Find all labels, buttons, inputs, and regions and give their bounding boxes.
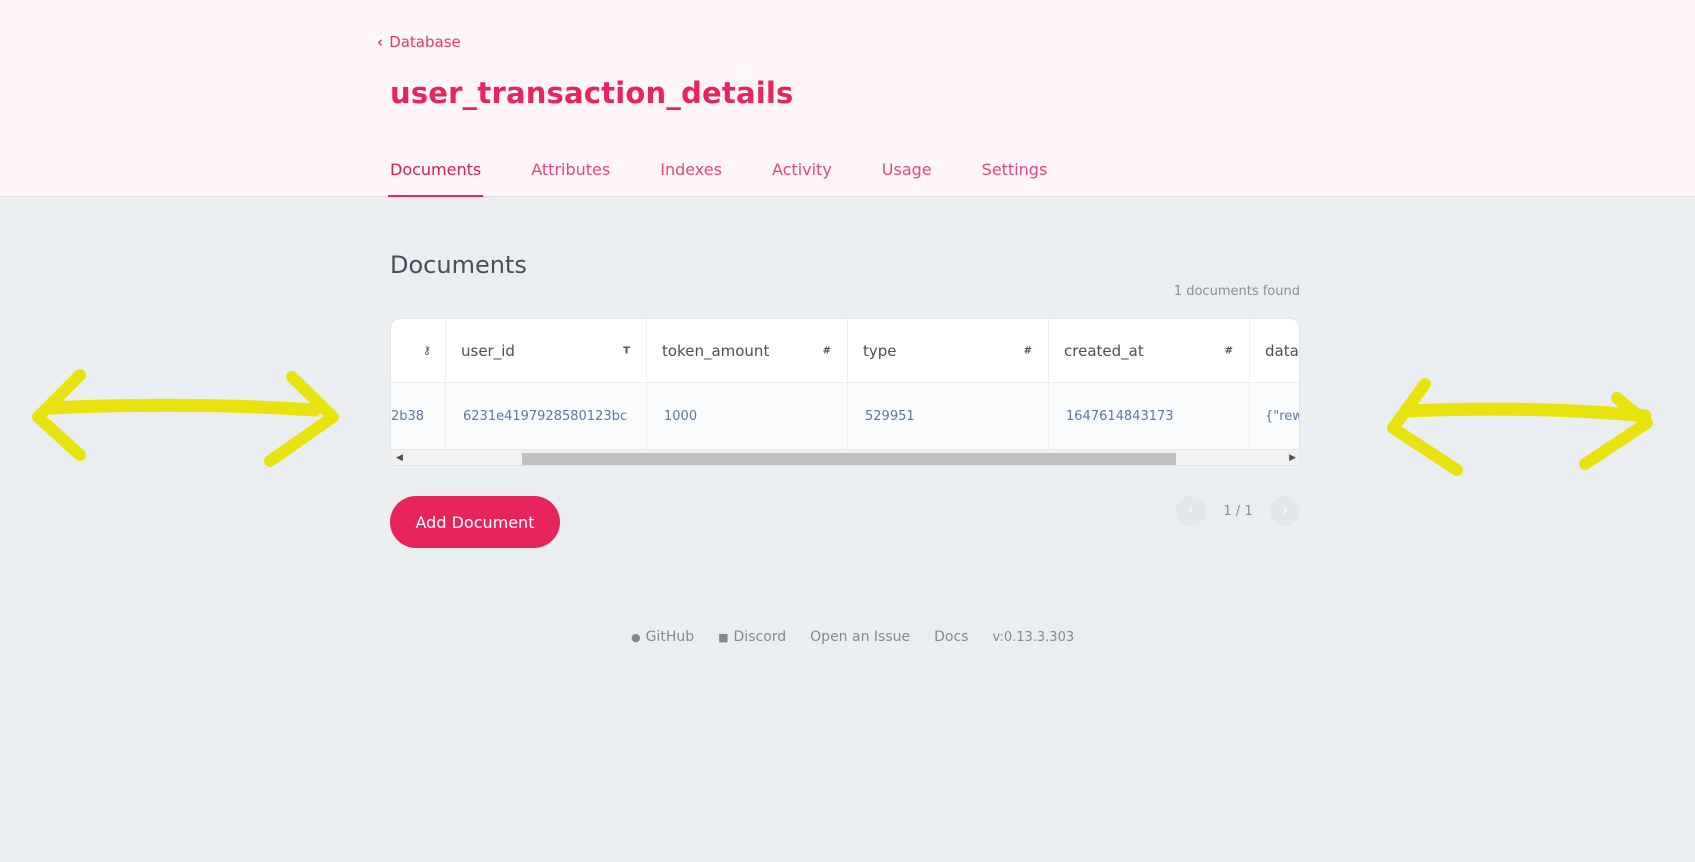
section-title: Documents (390, 251, 527, 279)
add-document-button[interactable]: Add Document (390, 496, 560, 548)
discord-link[interactable]: ■ Discord (718, 629, 786, 645)
tab-attributes[interactable]: Attributes (529, 150, 612, 197)
cell-type[interactable]: 529951 (848, 383, 1049, 449)
tab-settings[interactable]: Settings (980, 150, 1050, 197)
double-arrow-icon (1387, 378, 1653, 476)
table-header-row: ⚷ user_id T token_amount # type # create… (391, 319, 1299, 383)
scroll-left-icon[interactable]: ◀ (396, 453, 403, 463)
version-label: v:0.13.3.303 (992, 629, 1075, 645)
pagination: ‹ 1 / 1 › (1176, 496, 1300, 526)
column-header-data[interactable]: data (1250, 319, 1299, 382)
tab-bar: Documents Attributes Indexes Activity Us… (388, 150, 1095, 197)
cell-created-at[interactable]: 1647614843173 (1049, 383, 1250, 449)
open-issue-label: Open an Issue (810, 629, 911, 645)
tab-indexes[interactable]: Indexes (658, 150, 724, 197)
scrollbar-thumb[interactable] (522, 453, 1176, 465)
cell-token-amount[interactable]: 1000 (647, 383, 848, 449)
github-icon: ● (631, 630, 641, 644)
docs-link[interactable]: Docs (934, 629, 968, 645)
tab-usage[interactable]: Usage (880, 150, 934, 197)
column-header-label: user_id (461, 341, 515, 360)
double-arrow-icon (32, 369, 339, 467)
github-link[interactable]: ● GitHub (631, 629, 694, 645)
cell-user-id[interactable]: 6231e4197928580123bc (446, 383, 647, 449)
github-label: GitHub (645, 629, 695, 645)
page-header: ‹ Database user_transaction_details Docu… (0, 0, 1695, 197)
documents-found-count: 1 documents found (1173, 284, 1300, 299)
column-header-label: created_at (1064, 341, 1144, 360)
cell-document-id[interactable]: 2b38 (391, 383, 446, 449)
string-type-icon: T (623, 345, 630, 356)
previous-page-button[interactable]: ‹ (1176, 496, 1206, 526)
scroll-right-icon[interactable]: ▶ (1289, 453, 1296, 463)
docs-label: Docs (934, 629, 969, 645)
page-indicator: 1 / 1 (1223, 503, 1253, 519)
discord-label: Discord (733, 629, 787, 645)
column-header-token-amount[interactable]: token_amount # (647, 319, 848, 382)
horizontal-scrollbar[interactable]: ◀ ▶ (391, 449, 1299, 465)
number-type-icon: # (1224, 345, 1233, 356)
discord-icon: ■ (718, 630, 729, 644)
documents-table: ⚷ user_id T token_amount # type # create… (390, 318, 1300, 466)
back-to-database-link[interactable]: ‹ Database (377, 33, 461, 51)
column-header-label: type (863, 341, 897, 360)
number-type-icon: # (822, 345, 831, 356)
footer: ● GitHub ■ Discord Open an Issue Docs v:… (631, 627, 1074, 647)
tab-activity[interactable]: Activity (770, 150, 834, 197)
page-title: user_transaction_details (390, 76, 794, 110)
column-header-created-at[interactable]: created_at # (1049, 319, 1250, 382)
column-header-label: token_amount (662, 341, 770, 360)
key-icon: ⚷ (422, 344, 431, 357)
column-header-type[interactable]: type # (848, 319, 1049, 382)
column-header-user-id[interactable]: user_id T (446, 319, 647, 382)
table-row[interactable]: 2b38 6231e4197928580123bc 1000 529951 16… (391, 383, 1299, 449)
chevron-left-icon: ‹ (377, 33, 384, 51)
next-page-button[interactable]: › (1270, 496, 1300, 526)
cell-data[interactable]: {"rewa (1250, 383, 1299, 449)
tab-documents[interactable]: Documents (388, 150, 484, 197)
number-type-icon: # (1023, 345, 1032, 356)
column-header-label: data (1265, 341, 1299, 360)
back-link-label: Database (389, 33, 461, 51)
open-issue-link[interactable]: Open an Issue (810, 629, 910, 645)
id-column-header: ⚷ (391, 319, 446, 382)
